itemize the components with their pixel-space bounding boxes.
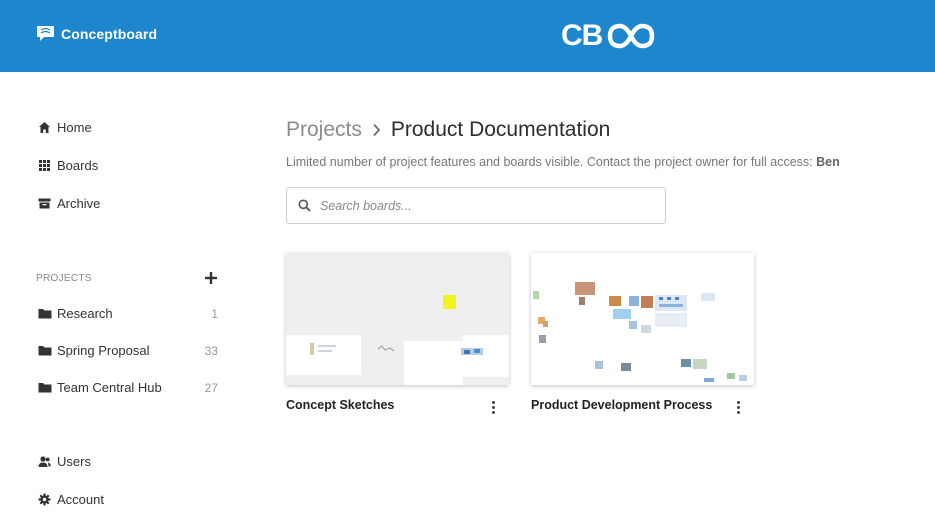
projects-header: PROJECTS: [36, 271, 220, 285]
search-box[interactable]: [286, 187, 666, 224]
project-board-count: 27: [204, 380, 218, 395]
sidebar-item-project-team-central-hub[interactable]: Team Central Hub 27: [38, 380, 218, 395]
folder-icon: [38, 346, 52, 356]
board-title[interactable]: Product Development Process: [531, 398, 712, 412]
project-board-count: 1: [211, 306, 218, 321]
search-input[interactable]: [320, 198, 640, 213]
speech-bubble-logo-icon: [37, 26, 54, 41]
top-header: Conceptboard CB: [0, 0, 935, 72]
board-thumbnail[interactable]: [531, 253, 754, 385]
sidebar-item-label: Home: [57, 120, 92, 135]
sidebar-item-home[interactable]: Home: [38, 120, 92, 135]
users-icon: [38, 456, 51, 467]
breadcrumb-projects-link[interactable]: Projects: [286, 118, 362, 142]
gear-icon: [38, 493, 51, 506]
sidebar: Home Boards Archive PROJECTS Research 1 …: [0, 72, 250, 526]
add-project-button[interactable]: [204, 271, 218, 285]
center-logo: CB: [561, 21, 656, 51]
access-notice: Limited number of project features and b…: [286, 155, 840, 169]
archive-icon: [38, 198, 51, 209]
access-notice-text: Limited number of project features and b…: [286, 155, 817, 169]
sidebar-item-label: Boards: [57, 158, 99, 173]
sidebar-item-boards[interactable]: Boards: [38, 158, 98, 173]
grid-icon: [39, 160, 50, 171]
center-logo-text: CB: [561, 19, 603, 52]
projects-title: PROJECTS: [36, 272, 92, 284]
project-name: Spring Proposal: [57, 343, 150, 358]
sidebar-item-label: Users: [57, 454, 91, 469]
sidebar-item-archive[interactable]: Archive: [38, 196, 100, 211]
board-more-options-icon[interactable]: [488, 401, 498, 417]
folder-icon: [38, 309, 52, 319]
project-board-count: 33: [204, 343, 218, 358]
project-owner-name: Ben: [816, 155, 840, 169]
chevron-right-icon: [373, 123, 381, 137]
brand-logo-link[interactable]: Conceptboard: [36, 25, 157, 42]
board-preview-image: [531, 253, 754, 385]
infinity-loop-icon: [608, 23, 655, 49]
home-icon: [39, 122, 50, 133]
project-name: Team Central Hub: [57, 380, 162, 395]
board-card-product-development-process[interactable]: Product Development Process: [531, 253, 754, 414]
sidebar-item-label: Account: [57, 492, 104, 507]
sidebar-item-label: Archive: [57, 196, 101, 211]
project-name: Research: [57, 306, 113, 321]
board-card-concept-sketches[interactable]: Concept Sketches: [286, 253, 509, 414]
breadcrumb: Projects Product Documentation: [286, 118, 610, 142]
sidebar-item-project-research[interactable]: Research 1: [38, 306, 218, 321]
sidebar-item-users[interactable]: Users: [38, 454, 91, 469]
page-title: Product Documentation: [390, 118, 611, 141]
folder-icon: [38, 383, 52, 393]
sidebar-item-account[interactable]: Account: [38, 492, 104, 507]
board-more-options-icon[interactable]: [733, 401, 743, 417]
board-preview-image: [286, 253, 509, 385]
sidebar-item-project-spring-proposal[interactable]: Spring Proposal 33: [38, 343, 218, 358]
board-thumbnail[interactable]: [286, 253, 509, 385]
board-title[interactable]: Concept Sketches: [286, 398, 394, 412]
search-icon: [298, 199, 311, 212]
brand-name: Conceptboard: [61, 25, 158, 42]
